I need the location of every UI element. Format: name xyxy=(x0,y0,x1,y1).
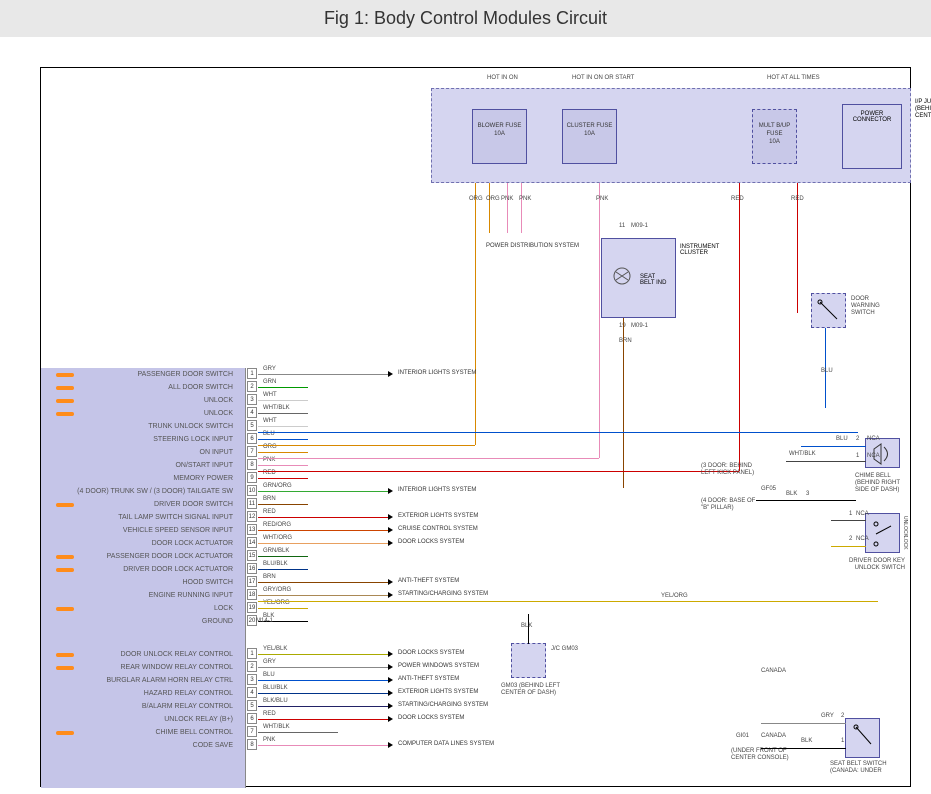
pin-4: UNLOCK4 xyxy=(41,407,245,420)
switch-icon xyxy=(846,719,881,759)
pin-9: MEMORY POWER9 xyxy=(41,472,245,485)
pin2-8: CODE SAVE8 xyxy=(41,739,245,752)
bcm-connector-block: PASSENGER DOOR SWITCH1ALL DOOR SWITCH2UN… xyxy=(41,368,246,788)
pin-11: DRIVER DOOR SWITCH11 xyxy=(41,498,245,511)
pin-12: TAIL LAMP SWITCH SIGNAL INPUT12 xyxy=(41,511,245,524)
pin2-5: B/ALARM RELAY CONTROL5 xyxy=(41,700,245,713)
pin2-7: CHIME BELL CONTROL7 xyxy=(41,726,245,739)
pin-2: ALL DOOR SWITCH2 xyxy=(41,381,245,394)
pin-16: DRIVER DOOR LOCK ACTUATOR16 xyxy=(41,563,245,576)
pin-8: ON/START INPUT8 xyxy=(41,459,245,472)
hot-label-1: HOT IN ON xyxy=(487,75,518,82)
door-key-unlock-switch xyxy=(865,513,900,553)
pin2-6: UNLOCK RELAY (B+)6 xyxy=(41,713,245,726)
mult-bup-fuse: MULT B/UP FUSE 10A xyxy=(752,109,797,164)
wire-org-2 xyxy=(489,183,490,233)
power-connector: POWER CONNECTOR xyxy=(842,104,902,169)
pin-5: TRUNK UNLOCK SWITCH5 xyxy=(41,420,245,433)
pin2-3: BURGLAR ALARM HORN RELAY CTRL3 xyxy=(41,674,245,687)
gm03-junction xyxy=(511,643,546,678)
wire-red-2 xyxy=(797,183,798,313)
switch-icon xyxy=(866,514,901,554)
wire-pnk-2 xyxy=(521,183,522,233)
junction-box: HOT IN ON HOT IN ON OR START HOT AT ALL … xyxy=(431,88,911,183)
wire-red-1 xyxy=(739,183,740,471)
pin-10: (4 DOOR) TRUNK SW / (3 DOOR) TAILGATE SW… xyxy=(41,485,245,498)
pin-17: HOOD SWITCH17 xyxy=(41,576,245,589)
switch-icon xyxy=(812,294,847,329)
seat-belt-switch xyxy=(845,718,880,758)
wire-org-1 xyxy=(475,183,476,445)
instrument-cluster: INSTRUMENT CLUSTER SEAT BELT IND xyxy=(601,238,676,318)
pin2-2: REAR WINDOW RELAY CONTROL2 xyxy=(41,661,245,674)
pin-18: ENGINE RUNNING INPUT18 xyxy=(41,589,245,602)
hot-label-3: HOT AT ALL TIMES xyxy=(767,75,820,82)
wiring-diagram: HOT IN ON HOT IN ON OR START HOT AT ALL … xyxy=(40,67,911,787)
wire-brn xyxy=(623,318,624,488)
hot-label-2: HOT IN ON OR START xyxy=(572,75,634,82)
pin-6: STEERING LOCK INPUT6 xyxy=(41,433,245,446)
pin-14: DOOR LOCK ACTUATOR14 xyxy=(41,537,245,550)
pin-19: LOCK19 xyxy=(41,602,245,615)
pin-1: PASSENGER DOOR SWITCH1 xyxy=(41,368,245,381)
figure-title: Fig 1: Body Control Modules Circuit xyxy=(0,0,931,37)
junction-box-label: I/P JUNCTION BOX (BEHIND LEFT CENTER OF … xyxy=(915,99,931,120)
cluster-fuse: CLUSTER FUSE 10A xyxy=(562,109,617,164)
pin-7: ON INPUT7 xyxy=(41,446,245,459)
seat-belt-icon xyxy=(610,264,635,294)
wire-pnk-3 xyxy=(599,183,600,458)
blower-fuse: BLOWER FUSE 10A xyxy=(472,109,527,164)
door-warning-switch xyxy=(811,293,846,328)
pin-3: UNLOCK3 xyxy=(41,394,245,407)
pin-15: PASSENGER DOOR LOCK ACTUATOR15 xyxy=(41,550,245,563)
pin-13: VEHICLE SPEED SENSOR INPUT13 xyxy=(41,524,245,537)
pin-20: GROUND20 xyxy=(41,615,245,628)
wire-pnk-1 xyxy=(507,183,508,233)
pin2-4: HAZARD RELAY CONTROL4 xyxy=(41,687,245,700)
power-dist-label: POWER DISTRIBUTION SYSTEM xyxy=(486,243,579,249)
pin2-1: DOOR UNLOCK RELAY CONTROL1 xyxy=(41,648,245,661)
